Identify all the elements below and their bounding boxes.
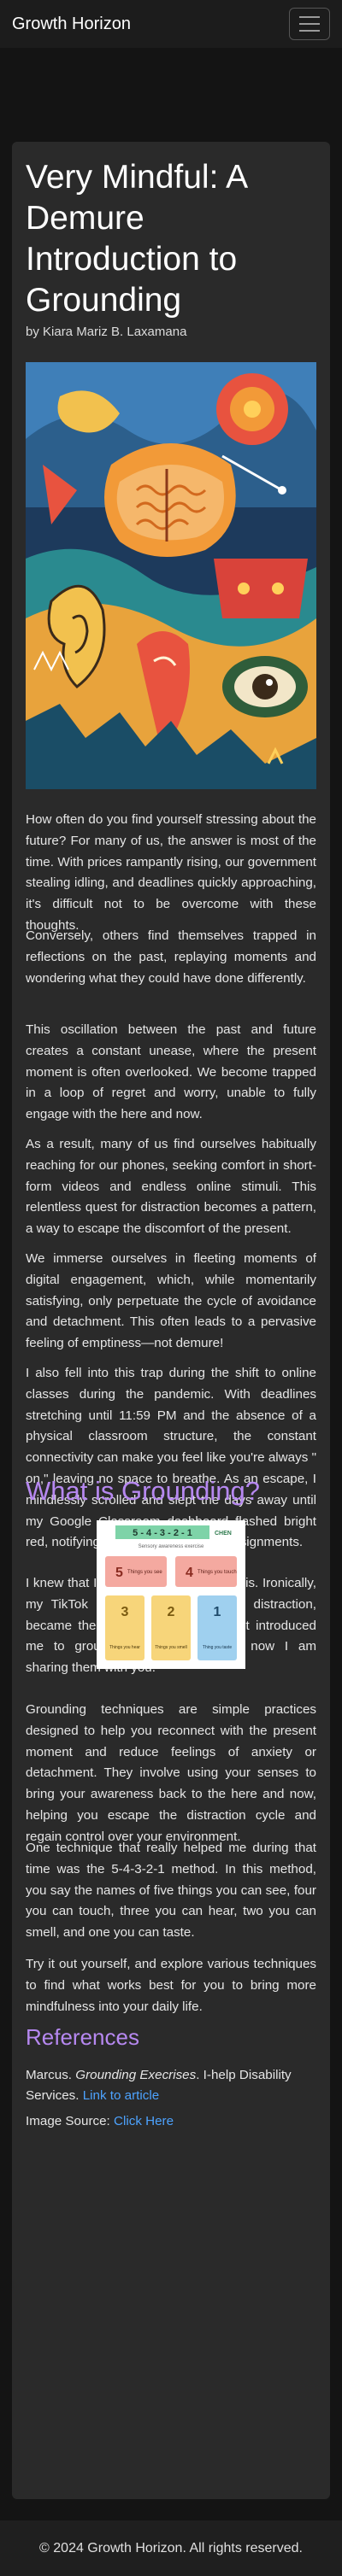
reference-entry: Marcus. Grounding Execrises. I-help Disa… bbox=[26, 2065, 316, 2106]
grounding-infographic: 5 - 4 - 3 - 2 - 1 CHEN Sensory awareness… bbox=[97, 1520, 245, 1669]
image-source-line: Image Source: Click Here bbox=[26, 2111, 316, 2132]
infographic-cell-4-number: 4 bbox=[186, 1566, 193, 1580]
grounding-paragraph: Grounding techniques are simple practice… bbox=[26, 1702, 316, 1844]
infographic-cell-4-label: Things you touch bbox=[198, 1570, 237, 1575]
infographic-subtitle: Sensory awareness exercise bbox=[139, 1544, 204, 1549]
infographic-cell-3-number: 3 bbox=[121, 1605, 129, 1619]
image-source-label: Image Source: bbox=[26, 2114, 110, 2128]
infographic-cell-2-label: Things you smell bbox=[155, 1645, 187, 1650]
infographic-header: 5 - 4 - 3 - 2 - 1 bbox=[133, 1528, 192, 1538]
infographic-badge: CHEN bbox=[215, 1531, 232, 1537]
hamburger-icon-bar bbox=[299, 30, 320, 32]
article-card: Very Mindful: A Demure Introduction to G… bbox=[12, 142, 330, 2499]
article-paragraph: This oscillation between the past and fu… bbox=[26, 1022, 316, 1122]
infographic-cell-3-label: Things you hear bbox=[109, 1645, 140, 1650]
infographic-cell-2-number: 2 bbox=[168, 1605, 175, 1619]
references-heading: References bbox=[26, 2024, 139, 2050]
article-paragraph: As a result, many of us find ourselves h… bbox=[26, 1137, 316, 1237]
article-title: Very Mindful: A Demure Introduction to G… bbox=[26, 159, 246, 319]
page-footer: © 2024 Growth Horizon. All rights reserv… bbox=[0, 2520, 342, 2576]
image-source-link[interactable]: Click Here bbox=[114, 2114, 174, 2128]
hamburger-icon bbox=[299, 16, 320, 18]
menu-toggle-button[interactable] bbox=[289, 8, 330, 40]
infographic-cell-1-label: Thing you taste bbox=[203, 1645, 232, 1650]
infographic-cell-1-number: 1 bbox=[214, 1605, 221, 1619]
hero-illustration bbox=[26, 362, 316, 789]
site-brand[interactable]: Growth Horizon bbox=[12, 15, 131, 34]
reference-link[interactable]: Link to article bbox=[83, 2088, 159, 2103]
hamburger-icon-bar bbox=[299, 23, 320, 25]
article-paragraph: We immerse ourselves in fleeting moments… bbox=[26, 1251, 316, 1351]
top-navbar: Growth Horizon bbox=[0, 0, 342, 48]
article-author: by Kiara Mariz B. Laxamana bbox=[26, 325, 187, 339]
reference-author: Marcus. bbox=[26, 2068, 73, 2082]
infographic-cell-5-number: 5 bbox=[115, 1566, 123, 1580]
reference-work: Grounding Execrises bbox=[75, 2068, 197, 2082]
article-paragraph: Conversely, others find themselves trapp… bbox=[26, 928, 316, 986]
footer-copyright: © 2024 Growth Horizon. All rights reserv… bbox=[39, 2540, 303, 2556]
article-paragraph: How often do you find yourself stressing… bbox=[26, 812, 316, 933]
grounding-paragraph: One technique that really helped me duri… bbox=[26, 1841, 316, 1941]
section-heading-grounding: What is Grounding? bbox=[26, 1476, 260, 1506]
grounding-paragraph: Try it out yourself, and explore various… bbox=[26, 1957, 316, 2014]
infographic-cell-5-label: Things you see bbox=[127, 1570, 162, 1575]
